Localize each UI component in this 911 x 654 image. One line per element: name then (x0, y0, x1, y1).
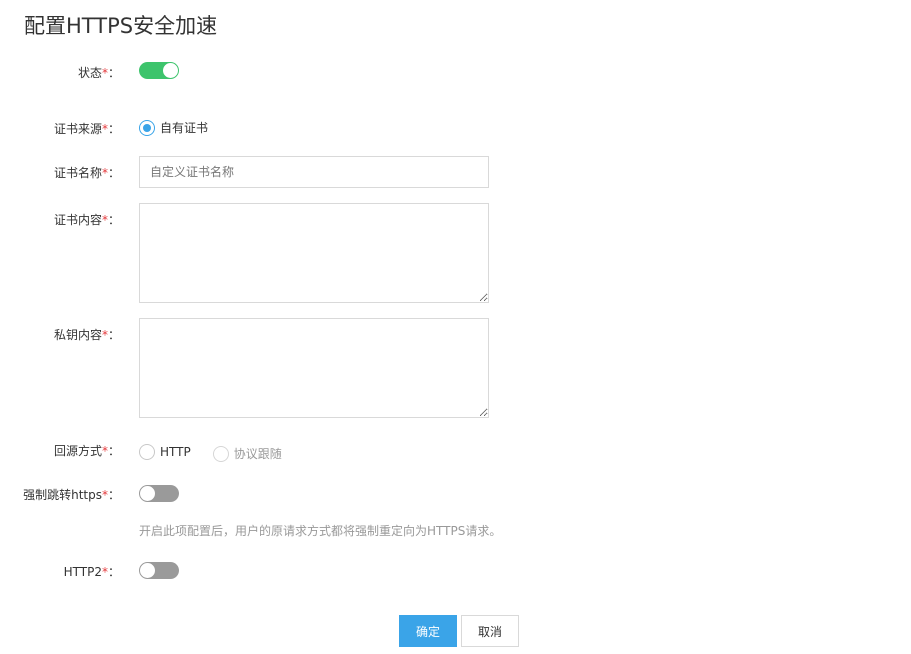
status-label: 状态*： (77, 66, 120, 80)
force-https-label: 强制跳转https*： (23, 488, 120, 502)
http2-label: HTTP2*： (63, 565, 120, 579)
radio-http[interactable]: HTTP (139, 443, 191, 460)
origin-protocol-label: 回源方式*： (53, 444, 120, 458)
private-key-textarea[interactable] (139, 318, 489, 418)
cert-name-input[interactable] (139, 156, 489, 188)
cert-content-textarea[interactable] (139, 203, 489, 303)
radio-unchecked-icon (139, 443, 155, 460)
cert-name-label: 证书名称*： (53, 166, 120, 180)
radio-unchecked-icon (212, 445, 229, 462)
origin-protocol-radio-group: HTTP 协议跟随 (139, 441, 304, 462)
cancel-button[interactable]: 取消 (461, 615, 519, 647)
force-https-hint: 开启此项配置后，用户的原请求方式都将强制重定向为HTTPS请求。 (139, 524, 502, 538)
cert-source-label: 证书来源*： (53, 122, 120, 136)
radio-follow-protocol[interactable]: 协议跟随 (212, 445, 282, 462)
http2-toggle[interactable] (139, 562, 179, 579)
radio-checked-icon (139, 119, 155, 136)
status-toggle[interactable] (139, 62, 179, 79)
force-https-toggle[interactable] (139, 485, 179, 502)
toggle-knob (140, 563, 155, 578)
toggle-knob (163, 63, 178, 78)
page-title: 配置HTTPS安全加速 (24, 14, 218, 38)
toggle-knob (140, 486, 155, 501)
confirm-button[interactable]: 确定 (399, 615, 457, 647)
private-key-label: 私钥内容*： (53, 328, 120, 342)
cert-content-label: 证书内容*： (53, 213, 120, 227)
cert-source-radio-group: 自有证书 (139, 119, 230, 136)
radio-own-cert[interactable]: 自有证书 (139, 119, 208, 136)
